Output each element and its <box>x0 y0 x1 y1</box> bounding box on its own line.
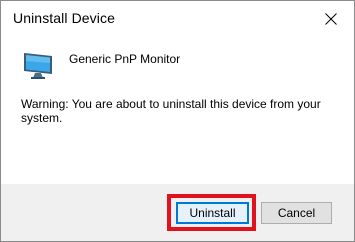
cancel-button[interactable]: Cancel <box>261 202 332 224</box>
title-bar: Uninstall Device <box>1 1 354 37</box>
warning-message: Warning: You are about to uninstall this… <box>21 97 321 125</box>
uninstall-device-dialog: Uninstall Device Generic PnP Monitor War… <box>0 0 355 242</box>
monitor-icon <box>24 53 52 79</box>
dialog-title: Uninstall Device <box>13 10 115 26</box>
device-name: Generic PnP Monitor <box>69 52 181 66</box>
close-icon <box>325 13 337 25</box>
close-button[interactable] <box>308 1 354 37</box>
uninstall-button[interactable]: Uninstall <box>176 202 249 224</box>
